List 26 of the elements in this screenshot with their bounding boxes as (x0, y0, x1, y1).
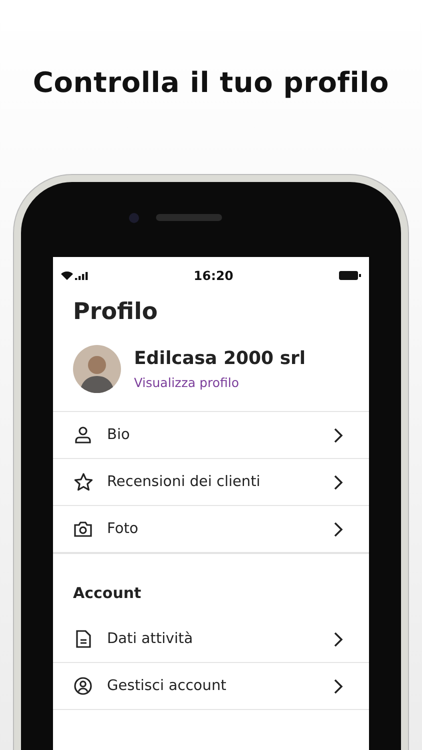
document-icon (76, 630, 90, 648)
chevron-icon (334, 522, 343, 536)
camera-icon (74, 521, 92, 537)
avatar-icon (73, 345, 121, 393)
speaker-icon (156, 214, 222, 221)
person-icon (74, 426, 92, 444)
chevron-icon (334, 428, 343, 442)
chevron-icon (334, 632, 343, 646)
star-icon (74, 473, 92, 491)
headline: Controlla il tuo profilo (32, 66, 390, 99)
status-time: 16:20 (194, 268, 234, 282)
menu-label: Dati attività (107, 631, 194, 647)
menu-label: Gestisci account (107, 678, 228, 694)
battery-icon (338, 270, 361, 280)
menu-label: Recensioni dei clienti (107, 474, 262, 490)
wifi-icon (61, 270, 73, 280)
menu-label: Foto (107, 521, 140, 537)
chevron-icon (334, 678, 343, 694)
account-icon (74, 677, 92, 695)
menu-label: Bio (107, 427, 131, 443)
chevron-icon (334, 474, 343, 490)
profile-name: Edilcasa 2000 srl (134, 348, 306, 368)
signal-icon (75, 272, 88, 280)
view-profile-link[interactable]: Visualizza profilo (134, 374, 239, 390)
screen-title: Profilo (73, 299, 159, 325)
camera-lens-icon (129, 213, 139, 223)
